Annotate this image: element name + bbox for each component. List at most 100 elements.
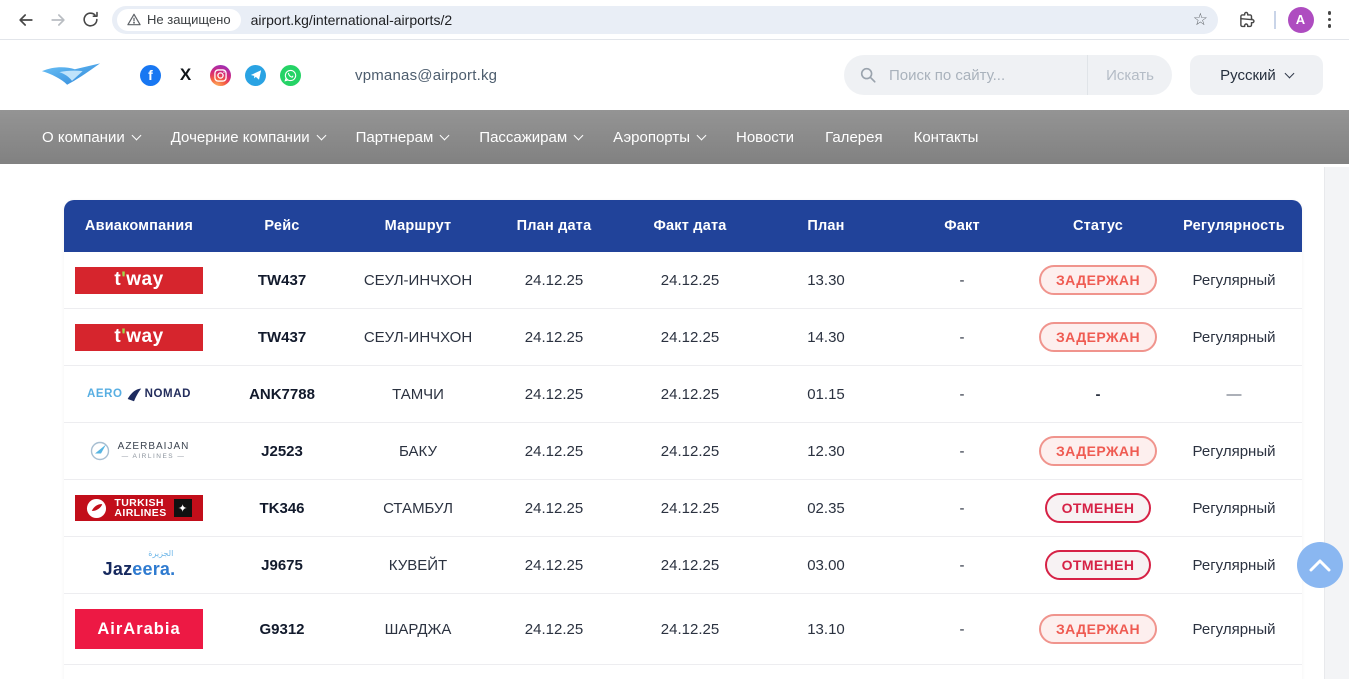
plan-date-cell: 24.12.25: [486, 557, 622, 574]
address-bar[interactable]: Не защищено airport.kg/international-air…: [112, 6, 1218, 34]
logo-text: way: [126, 269, 163, 291]
avatar-letter: A: [1296, 12, 1305, 27]
warning-icon: [127, 13, 141, 26]
airline-logo-tway: t'way: [75, 324, 203, 351]
logo-text: Jazeera.: [103, 559, 176, 580]
logo-text: TURKISHAIRLINES: [114, 498, 166, 519]
table-row: t'wayTW437СЕУЛ-ИНЧХОН24.12.2524.12.2513.…: [64, 252, 1302, 309]
fact-time-cell: -: [894, 272, 1030, 289]
plan-date-cell: 24.12.25: [486, 443, 622, 460]
reload-icon[interactable]: [74, 4, 106, 36]
extensions-icon[interactable]: [1230, 4, 1262, 36]
chevron-down-icon: [697, 130, 707, 140]
column-header-3: План дата: [486, 218, 622, 234]
nav-item-2[interactable]: Партнерам: [356, 129, 449, 146]
regularity-cell: Регулярный: [1166, 500, 1302, 517]
back-icon[interactable]: [10, 4, 42, 36]
airline-logo-azerbaijan: AZERBAIJAN— AIRLINES —: [89, 440, 190, 462]
nav-item-5[interactable]: Новости: [736, 129, 794, 146]
browser-toolbar: Не защищено airport.kg/international-air…: [0, 0, 1349, 40]
column-header-0: Авиакомпания: [64, 218, 214, 234]
scroll-to-top-button[interactable]: [1297, 542, 1343, 588]
security-label: Не защищено: [147, 12, 231, 27]
nav-item-label: Контакты: [914, 129, 979, 146]
instagram-icon[interactable]: [210, 65, 231, 86]
status-badge: ОТМЕНЕН: [1045, 550, 1152, 580]
language-selector[interactable]: Русский: [1190, 55, 1323, 95]
airport-brand-logo[interactable]: [40, 59, 102, 91]
airline-logo-turkish: TURKISHAIRLINES✦: [75, 495, 203, 521]
bookmark-star-icon[interactable]: ☆: [1193, 11, 1208, 28]
flight-number-cell: ANK7788: [214, 386, 350, 403]
airline-cell: t'way: [64, 324, 214, 351]
chevron-down-icon: [1284, 68, 1294, 78]
route-cell: БАКУ: [350, 443, 486, 460]
status-badge: ЗАДЕРЖАН: [1039, 436, 1157, 466]
x-twitter-icon[interactable]: X: [175, 65, 196, 86]
page-scrollbar[interactable]: [1324, 167, 1349, 679]
whatsapp-icon[interactable]: [280, 65, 301, 86]
flight-number-cell: J9675: [214, 557, 350, 574]
nav-item-4[interactable]: Аэропорты: [613, 129, 705, 146]
route-cell: СТАМБУЛ: [350, 500, 486, 517]
browser-window: Не защищено airport.kg/international-air…: [0, 0, 1349, 679]
airline-cell: TURKISHAIRLINES✦: [64, 495, 214, 521]
nav-item-label: Дочерние компании: [171, 129, 310, 146]
chevron-down-icon: [574, 130, 584, 140]
nav-item-1[interactable]: Дочерние компании: [171, 129, 325, 146]
search-button[interactable]: Искать: [1088, 55, 1172, 95]
nav-item-label: Галерея: [825, 129, 883, 146]
browser-menu-icon[interactable]: [1320, 7, 1340, 32]
nav-item-label: Пассажирам: [479, 129, 567, 146]
airline-logo-air-arabia: AirArabia: [75, 609, 203, 649]
plan-date-cell: 24.12.25: [486, 621, 622, 638]
table-row: الجزيرةJazeera.J9675КУВЕЙТ24.12.2524.12.…: [64, 537, 1302, 594]
column-header-2: Маршрут: [350, 218, 486, 234]
table-row: t'wayTW437СЕУЛ-ИНЧХОН24.12.2524.12.2514.…: [64, 309, 1302, 366]
status-cell: ЗАДЕРЖАН: [1030, 322, 1166, 352]
contact-email[interactable]: vpmanas@airport.kg: [355, 67, 497, 84]
nav-item-0[interactable]: О компании: [42, 129, 140, 146]
nav-item-7[interactable]: Контакты: [914, 129, 979, 146]
site-header: f X vpmanas@airport.kg Искать Русский: [0, 40, 1349, 110]
airline-cell: الجزيرةJazeera.: [64, 551, 214, 580]
fact-time-cell: -: [894, 329, 1030, 346]
table-row: TURKISHAIRLINES✦TK346СТАМБУЛ24.12.2524.1…: [64, 480, 1302, 537]
logo-text: AZERBAIJAN— AIRLINES —: [118, 442, 190, 461]
plan-date-cell: 24.12.25: [486, 272, 622, 289]
toolbar-divider: [1274, 11, 1276, 29]
forward-icon[interactable]: [42, 4, 74, 36]
facebook-icon[interactable]: f: [140, 65, 161, 86]
nav-item-3[interactable]: Пассажирам: [479, 129, 582, 146]
logo-text: t: [114, 269, 121, 291]
url-text[interactable]: airport.kg/international-airports/2: [251, 12, 1193, 28]
logo-text: t: [114, 326, 121, 348]
telegram-icon[interactable]: [245, 65, 266, 86]
flight-number-cell: J2523: [214, 443, 350, 460]
chevron-down-icon: [131, 130, 141, 140]
profile-avatar[interactable]: A: [1288, 7, 1314, 33]
column-header-5: План: [758, 218, 894, 234]
search-input[interactable]: [887, 66, 1087, 85]
nav-item-6[interactable]: Галерея: [825, 129, 883, 146]
chrome-actions: A: [1230, 4, 1339, 36]
fact-date-cell: 24.12.25: [622, 500, 758, 517]
fact-time-cell: -: [894, 443, 1030, 460]
logo-text: AERO: [87, 388, 123, 400]
column-header-7: Статус: [1030, 218, 1166, 234]
status-cell: ОТМЕНЕН: [1030, 550, 1166, 580]
search-icon: [859, 66, 877, 84]
table-body: t'wayTW437СЕУЛ-ИНЧХОН24.12.2524.12.2513.…: [64, 252, 1302, 665]
security-badge[interactable]: Не защищено: [117, 9, 241, 31]
plan-time-cell: 13.30: [758, 272, 894, 289]
column-header-4: Факт дата: [622, 218, 758, 234]
airline-cell: t'way: [64, 267, 214, 294]
route-cell: СЕУЛ-ИНЧХОН: [350, 272, 486, 289]
airline-cell: AERONOMAD: [64, 386, 214, 403]
flight-number-cell: TK346: [214, 500, 350, 517]
column-header-6: Факт: [894, 218, 1030, 234]
flight-number-cell: G9312: [214, 621, 350, 638]
table-row: AZERBAIJAN— AIRLINES —J2523БАКУ24.12.252…: [64, 423, 1302, 480]
table-header-row: АвиакомпанияРейсМаршрутПлан датаФакт дат…: [64, 200, 1302, 252]
status-badge: ЗАДЕРЖАН: [1039, 614, 1157, 644]
